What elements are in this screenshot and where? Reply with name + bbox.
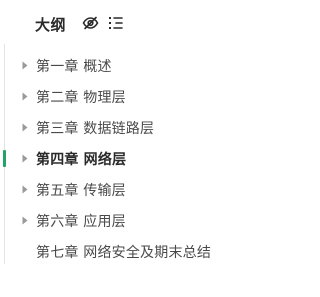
outline-item-chapter-3[interactable]: 第三章 数据链路层 (0, 112, 289, 143)
outline-item-chapter-1[interactable]: 第一章 概述 (0, 50, 289, 81)
expand-arrow-icon[interactable] (21, 154, 28, 164)
outline-header: 大纲 (0, 0, 289, 50)
expand-arrow-icon[interactable] (21, 216, 28, 226)
active-indicator (3, 150, 6, 167)
outline-item-label: 第二章 物理层 (36, 89, 126, 106)
outline-item-label: 第七章 网络安全及期末总结 (36, 244, 212, 261)
outline-list: 第一章 概述 第二章 物理层 第三章 数据链路层 第四章 网络层 第五章 传输层… (0, 50, 289, 267)
outline-item-label: 第六章 应用层 (36, 213, 126, 230)
outline-title: 大纲 (35, 16, 67, 34)
outline-item-label: 第五章 传输层 (36, 182, 126, 199)
expand-arrow-icon[interactable] (21, 123, 28, 133)
expand-arrow-icon[interactable] (21, 92, 28, 102)
outline-panel: 大纲 第一章 概述 第二章 物理层 第三章 数据链路层 第四章 网络层 第五章 … (0, 0, 289, 297)
outline-item-chapter-7[interactable]: 第七章 网络安全及期末总结 (0, 236, 289, 267)
expand-arrow-icon[interactable] (21, 185, 28, 195)
outline-item-chapter-2[interactable]: 第二章 物理层 (0, 81, 289, 112)
outline-item-chapter-4[interactable]: 第四章 网络层 (0, 143, 289, 174)
outline-list-icon[interactable] (106, 13, 126, 33)
eye-off-icon[interactable] (80, 13, 100, 33)
outline-item-label: 第三章 数据链路层 (36, 120, 155, 137)
outline-item-chapter-6[interactable]: 第六章 应用层 (0, 205, 289, 236)
outline-item-label: 第一章 概述 (36, 58, 112, 75)
outline-item-chapter-5[interactable]: 第五章 传输层 (0, 174, 289, 205)
outline-item-label: 第四章 网络层 (36, 151, 127, 168)
expand-arrow-icon[interactable] (21, 61, 28, 71)
